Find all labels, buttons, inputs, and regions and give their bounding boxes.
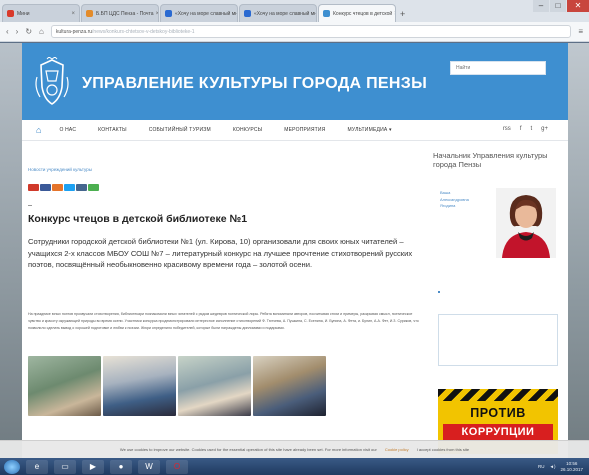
sidebar: Начальник Управления культуры города Пен… (432, 141, 568, 458)
menu-icon[interactable]: ≡ (578, 27, 583, 36)
share-button-twitter[interactable] (64, 184, 75, 191)
photo-gallery (28, 356, 326, 416)
tab-favicon-icon (7, 10, 14, 17)
page-background-right (568, 43, 589, 458)
banner-line-1: ПРОТИВ (470, 406, 526, 420)
tab-label: Конкурс чтецов в детской (333, 10, 393, 17)
gallery-photo[interactable] (178, 356, 251, 416)
back-icon[interactable]: ‹ (6, 27, 9, 36)
close-tab-icon[interactable]: × (69, 11, 75, 17)
facebook-icon[interactable]: f (520, 126, 522, 132)
article-title: Конкурс чтецов в детской библиотеке №1 (28, 213, 248, 225)
clock[interactable]: 10:56 26.10.2017 (560, 461, 583, 472)
breadcrumb[interactable]: Новости учреждений культуры (28, 167, 92, 172)
content-area: Новости учреждений культуры Конкурс чтец… (22, 141, 568, 458)
nav-item-multimedia[interactable]: МУЛЬТИМЕДИА ▾ (348, 127, 392, 133)
taskbar-word-icon[interactable]: W (138, 459, 160, 474)
share-buttons (28, 184, 99, 191)
tab-favicon-icon (244, 10, 251, 17)
gallery-photo[interactable] (253, 356, 326, 416)
nav-item-about[interactable]: О НАС (59, 127, 76, 133)
taskbar-opera-icon[interactable]: O (166, 459, 188, 474)
system-tray: RU ◄) 10:56 26.10.2017 (538, 461, 589, 472)
share-button-facebook[interactable] (40, 184, 51, 191)
article-body: На празднике юных поэтов прозвучали стих… (28, 312, 419, 330)
nav-item-events[interactable]: МЕРОПРИЯТИЯ (284, 127, 325, 133)
social-links: rss f t g+ (503, 126, 548, 132)
minimize-button[interactable]: – (533, 0, 549, 12)
share-button-mail[interactable] (28, 184, 39, 191)
browser-tab[interactable]: «Хочу на море славный мне»× (239, 4, 317, 22)
cookie-text: We use cookies to improve our website. C… (119, 447, 377, 452)
os-taskbar: e ▭ ▶ ● W O RU ◄) 10:56 26.10.2017 (0, 458, 589, 475)
start-button[interactable] (4, 459, 20, 474)
article-lead: Сотрудники городской детской библиотеки … (28, 237, 413, 269)
head-name-link[interactable]: Ягодина (440, 203, 469, 210)
gallery-photo[interactable] (103, 356, 176, 416)
clock-date: 26.10.2017 (560, 466, 583, 472)
url-path: /news/konkurs-chtetsov-v-detskoy-bibliot… (92, 28, 195, 35)
address-bar-row: ‹ › ↻ ⌂ kultura-penza.ru /news/konkurs-c… (0, 22, 589, 42)
share-button-odnoklassniki[interactable] (52, 184, 63, 191)
article: Новости учреждений культуры Конкурс чтец… (28, 141, 428, 458)
browser-tab[interactable]: Б.БП ЦДС Пенза - Почта × (81, 4, 159, 22)
tab-label: «Хочу на море славный мне» (175, 10, 238, 17)
page-background-left (0, 43, 22, 458)
url-host: kultura-penza.ru (55, 28, 93, 35)
google-plus-icon[interactable]: g+ (541, 126, 548, 132)
head-portrait-photo[interactable] (496, 188, 556, 258)
share-button-more[interactable] (88, 184, 99, 191)
taskbar-explorer-icon[interactable]: ▭ (54, 459, 76, 474)
browser-tab[interactable]: Конкурс чтецов в детской× (318, 4, 396, 22)
city-emblem-logo[interactable] (32, 57, 72, 107)
tab-favicon-icon (165, 10, 172, 17)
site-header: УПРАВЛЕНИЕ КУЛЬТУРЫ ГОРОДА ПЕНЗЫ (22, 43, 568, 120)
close-tab-icon[interactable]: × (154, 11, 158, 17)
warning-stripe (438, 389, 558, 401)
sidebar-widget (438, 314, 558, 366)
sidebar-bullet (438, 291, 440, 293)
reload-icon[interactable]: ↻ (25, 27, 32, 36)
nav-item-tourism[interactable]: СОБЫТИЙНЫЙ ТУРИЗМ (149, 127, 211, 133)
browser-tab-bar: Мини × Б.БП ЦДС Пенза - Почта × «Хочу на мор… (0, 0, 589, 22)
close-window-button[interactable]: ✕ (567, 0, 589, 12)
taskbar-ie-icon[interactable]: e (26, 459, 48, 474)
window-controls: – □ ✕ (532, 0, 589, 14)
cookie-policy-link[interactable]: Cookie policy (385, 447, 409, 452)
language-indicator[interactable]: RU (538, 464, 545, 469)
main-nav: ⌂ О НАС КОНТАКТЫ СОБЫТИЙНЫЙ ТУРИЗМ КОНКУ… (22, 120, 568, 141)
close-tab-icon[interactable]: × (392, 11, 395, 17)
search-input[interactable] (450, 61, 546, 75)
page-viewport: УПРАВЛЕНИЕ КУЛЬТУРЫ ГОРОДА ПЕНЗЫ ⌂ О НАС… (0, 43, 589, 458)
forward-icon[interactable]: › (16, 27, 19, 36)
twitter-icon[interactable]: t (530, 126, 532, 132)
nav-item-contests[interactable]: КОНКУРСЫ (233, 127, 262, 133)
sidebar-title: Начальник Управления культуры города Пен… (433, 151, 548, 169)
divider (28, 205, 32, 206)
browser-tab[interactable]: Мини × (2, 4, 80, 22)
tab-favicon-icon (323, 10, 330, 17)
cookie-accept-button[interactable]: I accept cookies from this site (417, 447, 469, 452)
url-field[interactable]: kultura-penza.ru /news/konkurs-chtetsov-… (50, 25, 572, 38)
banner-line-2: КОРРУПЦИИ (443, 424, 553, 441)
nav-item-contacts[interactable]: КОНТАКТЫ (98, 127, 127, 133)
volume-icon[interactable]: ◄) (550, 464, 556, 469)
browser-tab[interactable]: «Хочу на море славный мне»× (160, 4, 238, 22)
site-title[interactable]: УПРАВЛЕНИЕ КУЛЬТУРЫ ГОРОДА ПЕНЗЫ (82, 75, 427, 93)
home-icon[interactable]: ⌂ (39, 27, 44, 36)
tab-favicon-icon (86, 10, 93, 17)
tab-label: Б.БП ЦДС Пенза - Почта (96, 10, 154, 17)
taskbar-chrome-icon[interactable]: ● (110, 459, 132, 474)
maximize-button[interactable]: □ (550, 0, 566, 12)
new-tab-button[interactable]: + (400, 9, 405, 19)
tab-label: Мини (17, 10, 30, 17)
rss-icon[interactable]: rss (503, 126, 511, 132)
cookie-notice: We use cookies to improve our website. C… (0, 440, 589, 458)
head-name-links: Ваша Александровна Ягодина (440, 190, 469, 210)
share-button-vk[interactable] (76, 184, 87, 191)
taskbar-media-icon[interactable]: ▶ (82, 459, 104, 474)
tab-label: «Хочу на море славный мне» (254, 10, 317, 17)
gallery-photo[interactable] (28, 356, 101, 416)
home-nav-icon[interactable]: ⌂ (36, 125, 41, 135)
